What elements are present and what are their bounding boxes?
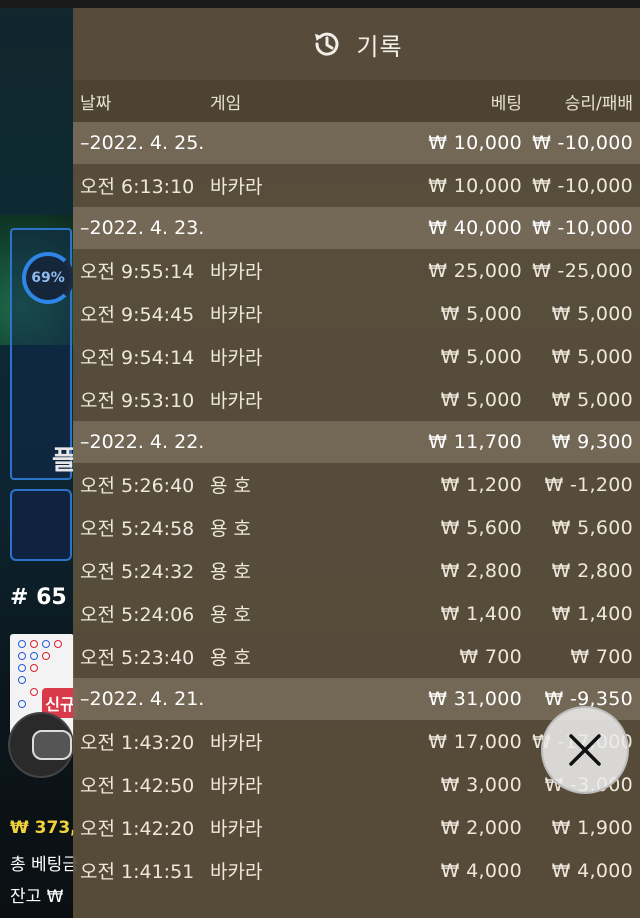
row-game: 용 호 bbox=[210, 604, 251, 626]
row-time: 오전 5:24:06 bbox=[80, 604, 195, 626]
row-game: 바카라 bbox=[210, 304, 263, 326]
remaining-label: 잔고 ₩ bbox=[10, 887, 64, 907]
history-header: 기록 bbox=[73, 8, 640, 80]
row-result: ₩ 1,900 bbox=[551, 816, 633, 839]
row-time: 오전 1:43:20 bbox=[80, 732, 195, 754]
row-result: ₩ 5,600 bbox=[551, 516, 633, 539]
row-game: 용 호 bbox=[210, 475, 251, 497]
history-row: 오전 9:54:45 바카라 ₩ 5,000 ₩ 5,000 bbox=[73, 292, 640, 335]
history-row: 오전 5:24:32 용 호 ₩ 2,800 ₩ 2,800 bbox=[73, 549, 640, 592]
history-icon bbox=[315, 32, 339, 56]
row-game: 바카라 bbox=[210, 347, 263, 369]
row-result: ₩ 2,800 bbox=[551, 559, 633, 582]
row-time: 오전 1:42:20 bbox=[80, 818, 195, 840]
close-icon bbox=[569, 734, 601, 766]
round-label: # 65 bbox=[10, 585, 67, 610]
row-bet: ₩ 3,000 bbox=[440, 773, 522, 796]
group-result: ₩ 9,300 bbox=[551, 431, 633, 453]
history-title: 기록 bbox=[356, 32, 403, 61]
row-result: ₩ 1,400 bbox=[551, 602, 633, 625]
row-result: ₩ 5,000 bbox=[551, 388, 633, 411]
row-time: 오전 9:54:14 bbox=[80, 347, 195, 369]
balance-amount: ₩ 373, bbox=[10, 818, 77, 838]
row-time: 오전 6:13:10 bbox=[80, 176, 195, 198]
row-bet: ₩ 2,800 bbox=[440, 559, 522, 582]
row-bet: ₩ 5,000 bbox=[440, 388, 522, 411]
close-button[interactable] bbox=[541, 706, 629, 794]
history-row: 오전 6:13:10 바카라 ₩ 10,000 ₩ -10,000 bbox=[73, 164, 640, 207]
history-row: 오전 1:42:20 바카라 ₩ 2,000 ₩ 1,900 bbox=[73, 806, 640, 849]
chip-stack-icon bbox=[32, 730, 72, 760]
group-date: –2022. 4. 23. bbox=[80, 217, 205, 239]
row-bet: ₩ 5,000 bbox=[440, 302, 522, 325]
history-row: 오전 5:23:40 용 호 ₩ 700 ₩ 700 bbox=[73, 635, 640, 678]
col-date: 날짜 bbox=[80, 93, 112, 114]
column-header: 날짜 게임 베팅 승리/패배 bbox=[73, 80, 640, 122]
date-group-row[interactable]: –2022. 4. 23. ₩ 40,000 ₩ -10,000 bbox=[73, 207, 640, 249]
row-bet: ₩ 5,000 bbox=[440, 345, 522, 368]
row-time: 오전 9:55:14 bbox=[80, 261, 195, 283]
group-bet: ₩ 31,000 bbox=[428, 688, 522, 710]
row-result: ₩ 4,000 bbox=[551, 859, 633, 882]
top-bar bbox=[0, 0, 640, 8]
row-time: 오전 9:54:45 bbox=[80, 304, 195, 326]
row-result: ₩ -10,000 bbox=[532, 174, 633, 197]
group-date: –2022. 4. 25. bbox=[80, 132, 205, 154]
row-time: 오전 5:24:32 bbox=[80, 561, 195, 583]
history-row: 오전 9:55:14 바카라 ₩ 25,000 ₩ -25,000 bbox=[73, 249, 640, 292]
row-bet: ₩ 10,000 bbox=[428, 174, 522, 197]
history-row: 오전 5:24:06 용 호 ₩ 1,400 ₩ 1,400 bbox=[73, 592, 640, 635]
row-game: 용 호 bbox=[210, 518, 251, 540]
row-bet: ₩ 17,000 bbox=[428, 730, 522, 753]
row-time: 오전 5:23:40 bbox=[80, 647, 195, 669]
row-result: ₩ 700 bbox=[570, 645, 633, 668]
col-bet: 베팅 bbox=[490, 93, 522, 114]
row-bet: ₩ 4,000 bbox=[440, 859, 522, 882]
date-group-row[interactable]: –2022. 4. 21. ₩ 31,000 ₩ -9,350 bbox=[73, 678, 640, 720]
row-time: 오전 1:41:51 bbox=[80, 861, 195, 883]
history-row: 오전 9:54:14 바카라 ₩ 5,000 ₩ 5,000 bbox=[73, 335, 640, 378]
row-time: 오전 5:26:40 bbox=[80, 475, 195, 497]
row-game: 바카라 bbox=[210, 775, 263, 797]
row-bet: ₩ 2,000 bbox=[440, 816, 522, 839]
group-bet: ₩ 40,000 bbox=[428, 217, 522, 239]
total-bet-label: 총 베팅금 bbox=[10, 855, 78, 875]
row-game: 바카라 bbox=[210, 390, 263, 412]
row-bet: ₩ 5,600 bbox=[440, 516, 522, 539]
group-date: –2022. 4. 22. bbox=[80, 431, 205, 453]
row-result: ₩ 5,000 bbox=[551, 345, 633, 368]
history-row: 오전 9:53:10 바카라 ₩ 5,000 ₩ 5,000 bbox=[73, 378, 640, 421]
row-bet: ₩ 1,200 bbox=[440, 473, 522, 496]
row-time: 오전 9:53:10 bbox=[80, 390, 195, 412]
row-result: ₩ 5,000 bbox=[551, 302, 633, 325]
row-game: 바카라 bbox=[210, 261, 263, 283]
col-game: 게임 bbox=[210, 93, 242, 114]
row-time: 오전 5:24:58 bbox=[80, 518, 195, 540]
row-bet: ₩ 1,400 bbox=[440, 602, 522, 625]
history-row: 오전 1:41:51 바카라 ₩ 4,000 ₩ 4,000 bbox=[73, 849, 640, 892]
history-row: 오전 5:26:40 용 호 ₩ 1,200 ₩ -1,200 bbox=[73, 463, 640, 506]
group-result: ₩ -10,000 bbox=[532, 217, 633, 239]
group-date: –2022. 4. 21. bbox=[80, 688, 205, 710]
row-game: 바카라 bbox=[210, 176, 263, 198]
row-result: ₩ -1,200 bbox=[544, 473, 633, 496]
col-result: 승리/패배 bbox=[564, 93, 633, 114]
date-group-row[interactable]: –2022. 4. 25. ₩ 10,000 ₩ -10,000 bbox=[73, 122, 640, 164]
history-row: 오전 5:24:58 용 호 ₩ 5,600 ₩ 5,600 bbox=[73, 506, 640, 549]
row-game: 바카라 bbox=[210, 861, 263, 883]
group-result: ₩ -10,000 bbox=[532, 132, 633, 154]
row-game: 바카라 bbox=[210, 732, 263, 754]
group-bet: ₩ 11,700 bbox=[428, 431, 522, 453]
game-button[interactable] bbox=[10, 489, 72, 561]
group-bet: ₩ 10,000 bbox=[428, 132, 522, 154]
row-bet: ₩ 700 bbox=[459, 645, 522, 668]
percent-badge: 69% bbox=[22, 252, 74, 304]
row-bet: ₩ 25,000 bbox=[428, 259, 522, 282]
row-game: 용 호 bbox=[210, 561, 251, 583]
row-time: 오전 1:42:50 bbox=[80, 775, 195, 797]
row-game: 바카라 bbox=[210, 818, 263, 840]
row-game: 용 호 bbox=[210, 647, 251, 669]
row-result: ₩ -25,000 bbox=[532, 259, 633, 282]
date-group-row[interactable]: –2022. 4. 22. ₩ 11,700 ₩ 9,300 bbox=[73, 421, 640, 463]
